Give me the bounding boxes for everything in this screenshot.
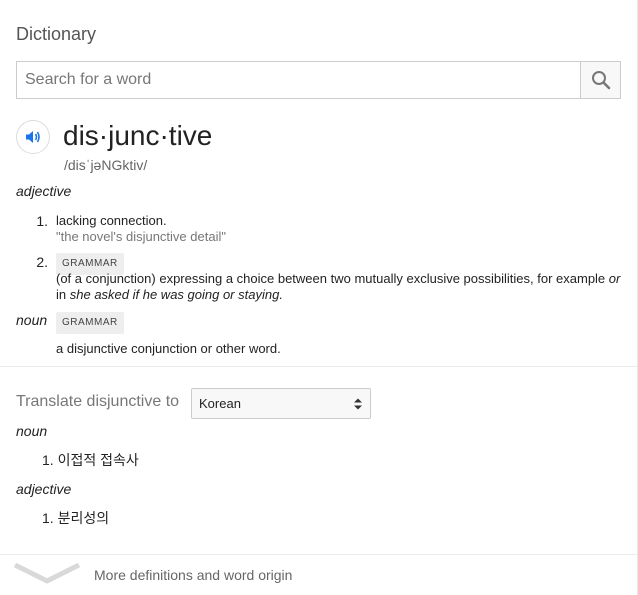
sense-definition-line2: in she asked if he was going or staying. bbox=[56, 287, 283, 303]
dictionary-card: Dictionary dis·junc·tive /disˈjəNGktiv/ … bbox=[0, 0, 638, 595]
noun-grammar-tag: GRAMMAR bbox=[56, 312, 124, 334]
sense-number: 1. bbox=[36, 213, 48, 229]
phonetic: /disˈjəNGktiv/ bbox=[64, 157, 148, 173]
search-icon bbox=[591, 71, 610, 90]
headword: dis·junc·tive bbox=[63, 120, 213, 151]
definition-or: or bbox=[608, 271, 621, 286]
grammar-tag-label: GRAMMAR bbox=[56, 312, 124, 334]
pos-noun: noun bbox=[16, 312, 48, 328]
pronunciation-button[interactable] bbox=[16, 120, 50, 154]
translation-number: 1. bbox=[42, 510, 54, 526]
pos-adjective: adjective bbox=[16, 183, 72, 199]
sense-definition: lacking connection. bbox=[56, 213, 167, 228]
search-input[interactable] bbox=[17, 62, 580, 98]
noun-definition: a disjunctive conjunction or other word. bbox=[56, 341, 281, 356]
speaker-icon bbox=[26, 131, 40, 143]
chevron-down-icon[interactable] bbox=[14, 563, 80, 585]
card-title: Dictionary bbox=[16, 24, 97, 44]
section-divider bbox=[0, 366, 638, 367]
language-select[interactable]: Korean bbox=[191, 388, 371, 419]
definition-example: she asked if he was going or staying. bbox=[69, 287, 283, 302]
search-box bbox=[16, 61, 621, 99]
sense-number: 2. bbox=[36, 254, 48, 270]
translation-text: 이접적 접속사 bbox=[57, 452, 139, 468]
footer-divider bbox=[0, 554, 638, 555]
translation-text: 분리성의 bbox=[57, 510, 110, 526]
translation-item: 1. 분리성의 bbox=[42, 508, 109, 528]
translate-pos-noun: noun bbox=[16, 423, 48, 439]
more-definitions-link[interactable]: More definitions and word origin bbox=[94, 567, 292, 583]
search-button[interactable] bbox=[580, 62, 620, 98]
translation-item: 1. 이접적 접속사 bbox=[42, 450, 139, 470]
sense-definition: (of a conjunction) expressing a choice b… bbox=[56, 271, 626, 287]
translation-number: 1. bbox=[42, 452, 54, 468]
sense-example: "the novel's disjunctive detail" bbox=[56, 229, 226, 244]
definition-in: in bbox=[56, 287, 67, 302]
language-select-value: Korean bbox=[199, 396, 241, 411]
translate-label: Translate disjunctive to bbox=[16, 393, 180, 410]
select-arrows-icon bbox=[354, 398, 362, 409]
translate-pos-adjective: adjective bbox=[16, 481, 72, 497]
definition-text: (of a conjunction) expressing a choice b… bbox=[56, 271, 609, 286]
